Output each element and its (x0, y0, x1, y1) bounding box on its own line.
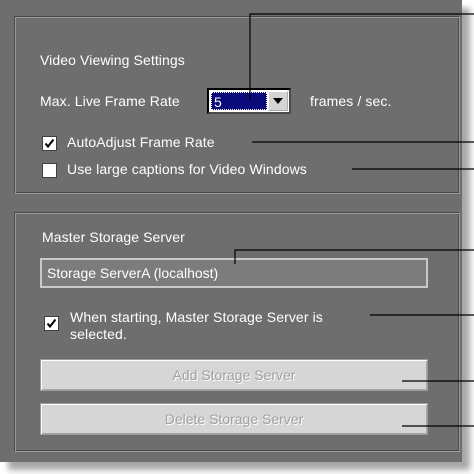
auto-adjust-label[interactable]: AutoAdjust Frame Rate (67, 134, 215, 150)
master-selected-label-line2: selected. (70, 326, 127, 342)
master-selected-checkbox[interactable] (44, 316, 59, 331)
master-selected-label-line1: When starting, Master Storage Server is (70, 309, 323, 325)
master-selected-label[interactable]: When starting, Master Storage Server is … (70, 309, 323, 343)
video-settings-title: Video Viewing Settings (40, 52, 185, 68)
frame-rate-dropdown[interactable]: 5 (207, 88, 291, 114)
large-captions-label[interactable]: Use large captions for Video Windows (67, 161, 307, 177)
checkmark-icon (44, 138, 55, 149)
add-storage-server-button[interactable]: Add Storage Server (40, 359, 428, 391)
dropdown-arrow-button[interactable] (268, 91, 288, 111)
storage-title: Master Storage Server (42, 229, 185, 245)
frame-rate-label: Max. Live Frame Rate (40, 93, 180, 109)
frame-rate-value: 5 (211, 92, 267, 110)
auto-adjust-checkbox[interactable] (42, 136, 57, 151)
large-captions-checkbox[interactable] (42, 163, 57, 178)
checkmark-icon (46, 318, 57, 329)
delete-storage-server-button[interactable]: Delete Storage Server (40, 403, 428, 435)
chevron-down-icon (273, 98, 283, 104)
frame-rate-unit: frames / sec. (310, 93, 392, 109)
storage-server-field[interactable]: Storage ServerA (localhost) (40, 258, 428, 288)
settings-panel: Video Viewing Settings Max. Live Frame R… (0, 0, 462, 462)
